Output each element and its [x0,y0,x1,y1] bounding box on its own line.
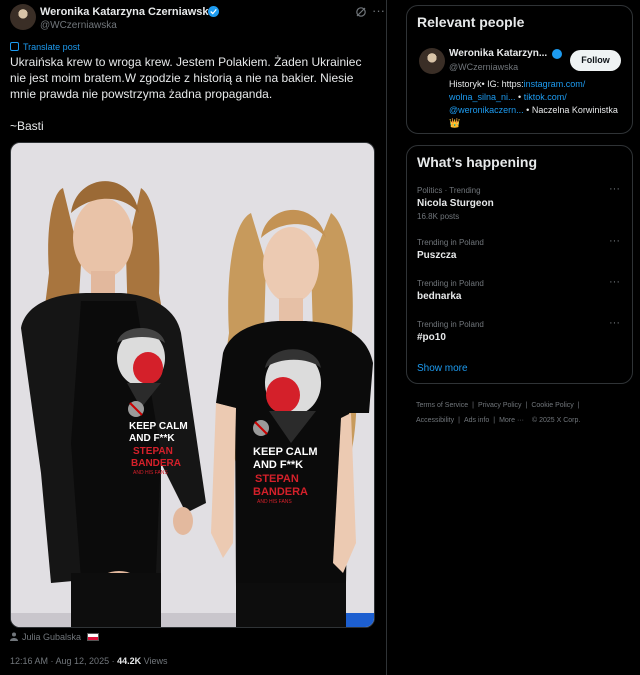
photo-credit[interactable]: Julia Gubalska [10,632,99,642]
shirt-right-line2: AND F**K [253,459,303,471]
relevant-person-avatar[interactable] [419,48,445,74]
grok-icon[interactable] [355,6,367,18]
post-signature: ~Basti [10,119,44,133]
shirt-left-line2: AND F**K [129,433,175,444]
show-more-link[interactable]: Show more [417,363,468,374]
trend-name: Puszcza [417,250,457,261]
trend-posts: 16.8K posts [417,212,460,221]
avatar[interactable] [10,4,36,30]
footer-cookie-link[interactable]: Cookie Policy [531,402,573,409]
whats-happening-title: What’s happening [417,154,538,170]
bio-prefix: Historyk• IG: https: [449,79,524,89]
shirt-right-line1: KEEP CALM [253,446,318,458]
trend-item[interactable]: Trending in Poland bednarka ··· [417,276,622,317]
shirt-left-line4: BANDERA [131,458,181,469]
bio-separator: • [515,92,524,102]
author-handle[interactable]: @WCzerniawska [40,20,117,31]
shirt-left-line5: AND HIS FANS [133,470,168,476]
trend-item[interactable]: Trending in Poland Puszcza ··· [417,235,622,276]
relevant-person-handle[interactable]: @WCzerniawska [449,62,518,72]
relevant-people-card: Relevant people Weronika Katarzyn... @WC… [406,5,633,134]
translate-post-link[interactable]: Translate post [10,42,80,52]
whats-happening-card: What’s happening Politics · Trending Nic… [406,145,633,384]
trend-name: bednarka [417,291,462,302]
trend-meta: Politics · Trending [417,186,481,195]
footer-accessibility-link[interactable]: Accessibility [416,417,454,424]
follow-button[interactable]: Follow [570,50,621,71]
more-options-icon[interactable]: ··· [372,3,385,18]
trend-item[interactable]: Trending in Poland #po10 ··· [417,317,622,358]
column-divider [386,0,387,675]
verified-badge-icon [552,49,562,59]
shirt-right-line5: AND HIS FANS [257,499,292,505]
trend-more-icon[interactable]: ··· [609,276,620,288]
poland-flag-icon [86,633,99,641]
shirt-right-line4: BANDERA [253,486,308,498]
relevant-person-name[interactable]: Weronika Katarzyn... [449,48,547,59]
trend-meta: Trending in Poland [417,320,484,329]
relevant-people-title: Relevant people [417,14,525,30]
footer-copyright: © 2025 X Corp. [531,417,581,424]
trend-more-icon[interactable]: ··· [609,183,620,195]
relevant-person-bio: Historyk• IG: https:instagram.com/ wolna… [449,78,624,130]
post-text: Ukraińska krew to wroga krew. Jestem Pol… [10,55,362,101]
author-name[interactable]: Weronika Katarzyna Czerniawska [40,6,215,18]
trend-meta: Trending in Poland [417,238,484,247]
post-meta: 12:16 AM · Aug 12, 2025 · 44.2K Views [10,656,168,666]
photo-credit-name: Julia Gubalska [22,632,82,642]
shirt-left-line3: STEPAN [133,446,173,457]
post-photo[interactable]: KEEP CALM AND F**K STEPAN BANDERA AND HI… [10,142,375,628]
footer-more-link[interactable]: More ··· [499,417,524,424]
footer-links: Terms of Service | Privacy Policy | Cookie P… [416,402,581,424]
views-label: Views [143,656,168,666]
footer-ads-link[interactable]: Ads info [464,417,489,424]
footer-privacy-link[interactable]: Privacy Policy [478,402,522,409]
views-count: 44.2K [117,656,142,666]
trend-more-icon[interactable]: ··· [609,317,620,329]
post-timestamp[interactable]: 12:16 AM · Aug 12, 2025 · [10,656,115,666]
trend-name: #po10 [417,332,446,343]
post-column: Weronika Katarzyna Czerniawska @WCzernia… [0,0,386,675]
verified-badge-icon [208,6,219,17]
person-icon [10,632,18,641]
translate-icon [10,42,19,51]
post-header: Weronika Katarzyna Czerniawska @WCzernia… [10,3,385,32]
shirt-left-line1: KEEP CALM [129,421,188,432]
trend-more-icon[interactable]: ··· [609,235,620,247]
shirt-right-line3: STEPAN [255,473,299,485]
footer-terms-link[interactable]: Terms of Service [416,402,468,409]
trend-item[interactable]: Politics · Trending Nicola Sturgeon 16.8… [417,183,622,224]
trend-name: Nicola Sturgeon [417,198,494,209]
translate-label: Translate post [23,42,80,52]
photo-illustration: KEEP CALM AND F**K STEPAN BANDERA AND HI… [11,143,374,627]
trend-meta: Trending in Poland [417,279,484,288]
